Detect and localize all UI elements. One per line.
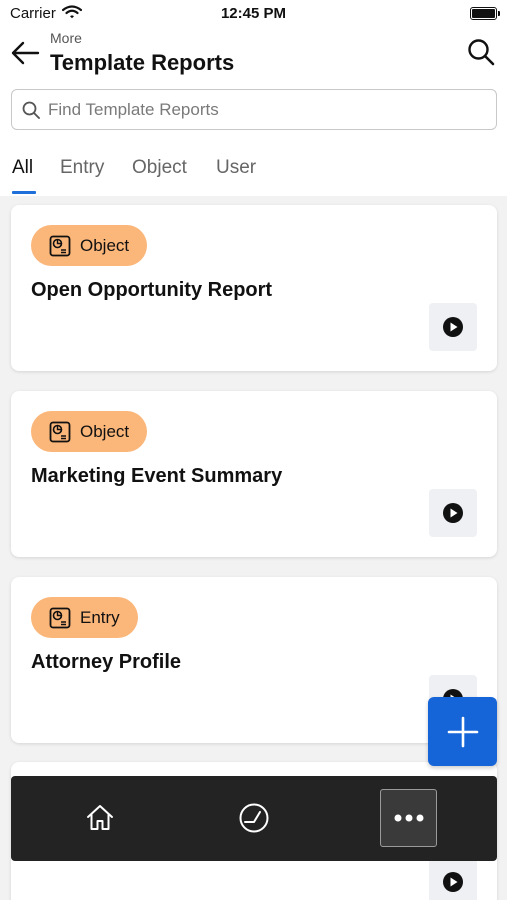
search-icon: [468, 39, 495, 66]
clock: 12:45 PM: [220, 5, 287, 22]
report-type-label: Entry: [80, 607, 120, 627]
report-card[interactable]: Object Marketing Event Summary: [11, 391, 497, 557]
page-title: Template Reports: [50, 50, 235, 75]
search-input[interactable]: [48, 99, 468, 120]
report-type-badge: Object: [31, 411, 148, 452]
battery-icon: [470, 7, 500, 20]
report-type-icon: [49, 421, 71, 443]
gauge-icon: [239, 803, 268, 833]
home-icon: [86, 805, 113, 830]
back-button[interactable]: [8, 36, 42, 70]
report-type-icon: [49, 607, 71, 629]
play-icon: [443, 317, 463, 337]
run-report-button[interactable]: [429, 858, 477, 900]
report-type-label: Object: [80, 421, 130, 441]
search-button[interactable]: [465, 36, 497, 68]
arrow-left-icon: [11, 41, 40, 65]
search-icon: [22, 101, 40, 119]
search-field[interactable]: [11, 89, 497, 130]
more-dots-icon: [394, 814, 423, 822]
report-card[interactable]: Object Open Opportunity Report: [11, 205, 497, 371]
report-title: Open Opportunity Report: [31, 279, 273, 301]
top-area: Carrier 12:45 PM More Template Reports F…: [0, 0, 507, 196]
report-card[interactable]: Entry Attorney Profile: [11, 577, 497, 743]
report-title: Attorney Profile: [31, 651, 182, 673]
add-report-button[interactable]: [428, 697, 497, 766]
bottom-navigation: [11, 776, 497, 861]
play-icon: [443, 503, 463, 523]
run-report-button[interactable]: [429, 489, 477, 537]
status-bar: Carrier 12:45 PM: [0, 0, 507, 28]
active-tab-indicator: [12, 191, 36, 194]
nav-dashboard[interactable]: [225, 789, 282, 847]
breadcrumb[interactable]: More: [50, 30, 82, 46]
tab-user[interactable]: User: [216, 157, 256, 179]
tab-object[interactable]: Object: [132, 157, 187, 179]
nav-home[interactable]: [71, 789, 128, 847]
report-type-badge: Entry: [31, 597, 138, 638]
plus-icon: [447, 716, 478, 747]
tab-entry[interactable]: Entry: [60, 157, 104, 179]
tab-all[interactable]: All: [12, 157, 33, 179]
filter-tabs: All Entry Object User: [0, 150, 507, 196]
report-title: Marketing Event Summary: [31, 465, 283, 487]
report-type-icon: [49, 235, 71, 257]
report-type-label: Object: [80, 235, 130, 255]
play-icon: [443, 872, 463, 892]
report-type-badge: Object: [31, 225, 148, 266]
run-report-button[interactable]: [429, 303, 477, 351]
nav-more[interactable]: [380, 789, 437, 847]
